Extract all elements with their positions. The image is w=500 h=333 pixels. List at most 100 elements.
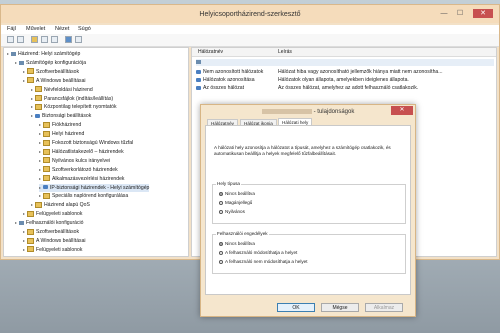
network-icon bbox=[196, 85, 201, 90]
minimize-button[interactable]: — bbox=[437, 9, 451, 18]
redacted-network-name bbox=[261, 109, 312, 114]
tree-item[interactable]: ▸ Központilag telepített nyomtatók bbox=[31, 103, 117, 111]
folder-icon bbox=[43, 121, 50, 128]
dialog-tab-panel: A hálózati hely azonosítja a hálózatot a… bbox=[205, 125, 411, 295]
properties-dialog: - tulajdonságok ✕ Hálózatnév Hálózat iko… bbox=[200, 104, 416, 317]
folder-icon bbox=[27, 246, 34, 253]
tree-item[interactable]: ▸ Névfeloldási házirend bbox=[31, 86, 93, 94]
window-title: Helyicsoportházirend-szerkesztő bbox=[199, 11, 301, 18]
list-item[interactable]: Hálózatok azonosítása bbox=[196, 77, 255, 84]
folder-icon bbox=[35, 201, 42, 208]
back-icon[interactable] bbox=[7, 36, 14, 43]
tree-item-label: Parancsfájlok (indítás/leállítás) bbox=[44, 95, 114, 102]
tree-item[interactable]: ▸ Parancsfájlok (indítás/leállítás) bbox=[31, 95, 113, 103]
menu-action[interactable]: Művelet bbox=[26, 26, 45, 32]
tree-item[interactable]: ▸ Fokozott biztonságú Windows tűzfal bbox=[39, 139, 133, 147]
list-item-desc: Hálózatok olyan állapota, amelyekben ide… bbox=[278, 77, 409, 83]
tree-item-label: Felhasználói konfiguráció bbox=[26, 220, 84, 227]
network-icon bbox=[196, 77, 201, 82]
location-private-radio[interactable]: Magánjellegű bbox=[219, 200, 252, 206]
tree-item[interactable]: ▸ Felügyeleti sablonok bbox=[23, 246, 82, 254]
tree-item-label: Nyilvános kulcs irányelvei bbox=[52, 157, 111, 164]
list-item[interactable] bbox=[196, 59, 494, 66]
menu-help[interactable]: Súgó bbox=[78, 26, 91, 32]
maximize-button[interactable]: ☐ bbox=[453, 9, 467, 18]
tree-item[interactable]: ▸ Speciális naplórend konfigurálása bbox=[39, 192, 128, 200]
list-item[interactable]: Az összes hálózat bbox=[196, 85, 244, 92]
show-hide-tree-icon[interactable] bbox=[41, 36, 48, 43]
list-item-name: Az összes hálózat bbox=[203, 85, 245, 91]
tree-item-label: IP-biztonsági házirendek - Helyi számító… bbox=[50, 184, 150, 191]
tree-item-label: Helyi házirend bbox=[52, 131, 85, 138]
toolbar bbox=[1, 34, 499, 47]
folder-icon bbox=[35, 104, 42, 111]
list-item-desc: Hálózat hiba vagy azonosítható jellemzők… bbox=[278, 69, 443, 75]
folder-icon bbox=[43, 175, 50, 182]
tree-item[interactable]: ▸ A Windows beállításai bbox=[23, 77, 86, 85]
tree-item[interactable]: ▸ Hálózatlistakezelő – házirendek bbox=[39, 148, 124, 156]
list-item[interactable]: Nem azonosított hálózatok bbox=[196, 69, 263, 76]
tree-item[interactable]: ▸ Alkalmazásvezérlési házirendek bbox=[39, 175, 124, 183]
tree-item[interactable]: ▸ Helyi házirend bbox=[39, 130, 84, 138]
tree-item-label: A Windows beállításai bbox=[36, 77, 86, 84]
folder-icon bbox=[43, 157, 50, 164]
menu-view[interactable]: Nézet bbox=[55, 26, 69, 32]
network-icon bbox=[196, 59, 201, 64]
forward-icon[interactable] bbox=[17, 36, 24, 43]
tree-item-label: Hálózatlistakezelő – házirendek bbox=[52, 148, 124, 155]
tree-item[interactable]: ▸ Felügyeleti sablonok bbox=[23, 210, 82, 218]
folder-icon bbox=[35, 86, 42, 93]
location-public-radio[interactable]: Nyilvános bbox=[219, 209, 245, 215]
tree-item-label: Felügyeleti sablonok bbox=[36, 246, 83, 253]
export-list-icon[interactable] bbox=[51, 36, 58, 43]
permission-user-can-change-radio[interactable]: A felhasználó módosíthatja a helyet bbox=[219, 250, 297, 256]
title-bar: Helyicsoportházirend-szerkesztő — ☐ ✕ bbox=[1, 5, 499, 23]
dialog-close-button[interactable]: ✕ bbox=[391, 106, 413, 115]
menu-file[interactable]: Fájl bbox=[7, 26, 16, 32]
cancel-button[interactable]: Mégse bbox=[321, 303, 359, 312]
folder-icon bbox=[27, 77, 34, 84]
tree-item-label: Szoftverkorlátozó házirendek bbox=[52, 166, 118, 173]
permission-user-cannot-change-radio[interactable]: A felhasználó nem módosíthatja a helyet bbox=[219, 259, 307, 265]
location-not-configured-radio[interactable]: Nincs beállítva bbox=[219, 191, 255, 197]
apply-button[interactable]: Alkalmaz bbox=[365, 303, 403, 312]
properties-icon[interactable] bbox=[75, 36, 82, 43]
column-description[interactable]: Leírás bbox=[278, 49, 292, 55]
policy-tree[interactable]: ▸ Házirend: Helyi számítógép ▸ Számítógép k… bbox=[3, 47, 189, 257]
ok-button[interactable]: OK bbox=[277, 303, 315, 312]
tree-item-label: Házirend: Helyi számítógép bbox=[18, 51, 81, 57]
up-folder-icon[interactable] bbox=[31, 36, 38, 43]
list-item-desc: Az összes hálózat, amelyhez az adott fel… bbox=[278, 85, 419, 91]
tree-item-label: Fokozott biztonságú Windows tűzfal bbox=[52, 140, 134, 146]
folder-icon bbox=[27, 210, 34, 217]
tree-item[interactable]: ▸ IP-biztonsági házirendek - Helyi számít… bbox=[39, 183, 150, 192]
tree-item-label: Szoftverbeállítások bbox=[36, 68, 80, 75]
folder-icon bbox=[43, 166, 50, 173]
tree-item[interactable]: ▸ Nyilvános kulcs irányelvei bbox=[39, 157, 110, 165]
tree-item-label: Központilag telepített nyomtatók bbox=[44, 104, 117, 111]
tree-item[interactable]: ▸ Házirend: Helyi számítógép bbox=[7, 50, 80, 58]
tree-item[interactable]: ▸ Fiókházirend bbox=[39, 121, 81, 129]
computer-icon bbox=[19, 60, 24, 65]
tree-item-label: Speciális naplórend konfigurálása bbox=[52, 193, 129, 200]
tree-item-label: A Windows beállításai bbox=[36, 237, 86, 244]
tree-item-label: Biztonsági beállítások bbox=[42, 113, 92, 120]
help-icon[interactable] bbox=[65, 36, 72, 43]
tree-item[interactable]: ▸ Szoftverkorlátozó házirendek bbox=[39, 166, 118, 174]
column-network-name[interactable]: Hálózatnév bbox=[198, 49, 223, 55]
close-button[interactable]: ✕ bbox=[473, 9, 493, 18]
menu-bar: Fájl Művelet Nézet Súgó bbox=[1, 25, 499, 34]
permission-not-configured-radio[interactable]: Nincs beállítva bbox=[219, 241, 255, 247]
tree-item[interactable]: ▸ Felhasználói konfiguráció bbox=[15, 219, 83, 227]
tree-item[interactable]: ▸ Szoftverbeállítások bbox=[23, 68, 79, 76]
tree-item[interactable]: ▸ A Windows beállításai bbox=[23, 237, 86, 245]
tree-item[interactable]: ▸ Házirend alapú QoS bbox=[31, 201, 90, 209]
tree-item[interactable]: ▸ Számítógép konfigurációja bbox=[15, 59, 86, 67]
tree-item[interactable]: ▸ Biztonsági beállítások bbox=[31, 112, 91, 120]
network-icon bbox=[196, 69, 201, 74]
user-permissions-group: Felhasználói engedélyek Nincs beállítva … bbox=[212, 231, 406, 274]
folder-icon bbox=[35, 95, 42, 102]
tree-item-label: Számítógép konfigurációja bbox=[26, 59, 87, 66]
tree-item[interactable]: ▸ Szoftverbeállítások bbox=[23, 228, 79, 236]
computer-icon bbox=[11, 51, 16, 56]
